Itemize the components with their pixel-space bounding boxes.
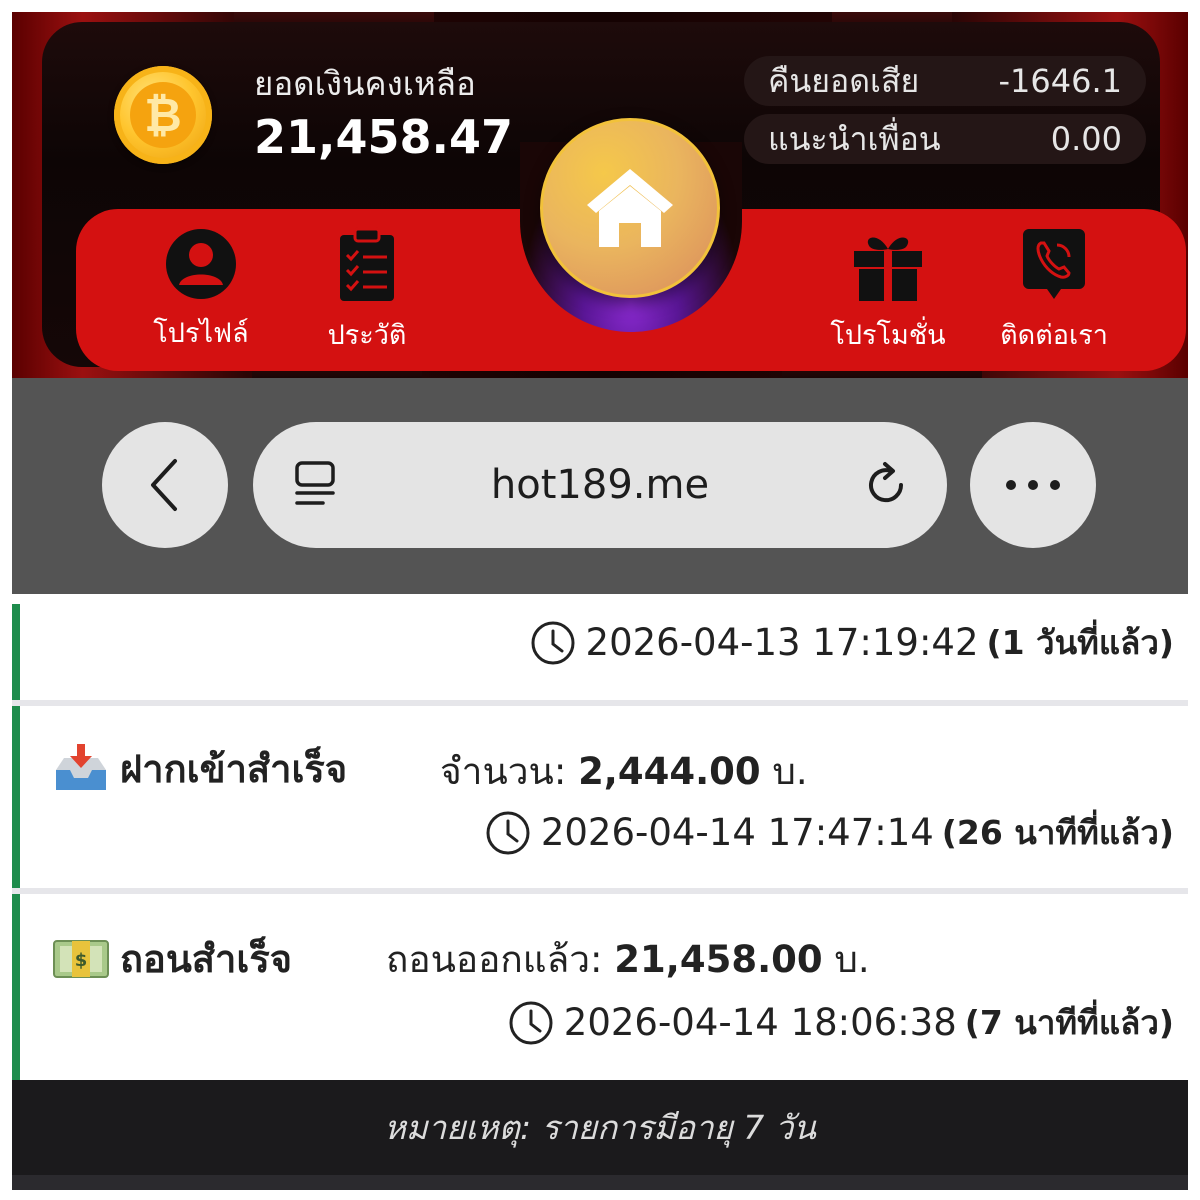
reload-icon[interactable] — [861, 460, 911, 510]
back-button[interactable] — [102, 422, 228, 548]
svg-text:$: $ — [75, 950, 88, 971]
transaction-title-text: ถอนสำเร็จ — [120, 937, 293, 981]
transaction-time: 2026-04-14 18:06:38 (7 นาทีที่แล้ว) — [508, 996, 1174, 1049]
inbox-tray-icon — [56, 743, 106, 790]
home-icon — [587, 169, 673, 247]
referral-pill[interactable]: แนะนำเพื่อน 0.00 — [744, 114, 1146, 164]
clock-icon — [509, 1001, 553, 1044]
nav-label-profile: โปรไฟล์ — [153, 318, 249, 349]
nav-item-promotion[interactable]: โปรโมชั่น — [813, 227, 963, 356]
phone-chat-icon — [1023, 229, 1085, 299]
home-button[interactable] — [540, 118, 720, 298]
cashback-label: คืนยอดเสีย — [768, 61, 920, 100]
transaction-row: $ ถอนสำเร็จ ถอนออกแล้ว: 21,458.00 บ. 202… — [12, 894, 1188, 1080]
user-icon — [166, 229, 236, 299]
nav-label-history: ประวัติ — [327, 320, 407, 351]
balance-card: ₿ ยอดเงินคงเหลือ 21,458.47 คืนยอดเสีย -1… — [42, 22, 1186, 371]
balance-value: 21,458.47 — [254, 110, 513, 164]
amount-label: จำนวน: — [440, 750, 567, 793]
nav-item-profile[interactable]: โปรไฟล์ — [126, 227, 276, 354]
datetime: 2026-04-14 18:06:38 — [563, 1001, 957, 1044]
amount-unit: บ. — [772, 750, 808, 793]
datetime: 2026-04-13 17:19:42 — [585, 621, 979, 664]
transaction-list: 2026-04-13 17:19:42 (1 วันที่แล้ว) ฝากเข… — [12, 604, 1188, 1190]
bitcoin-coin-icon: ₿ — [114, 66, 212, 164]
nav-label-promotion: โปรโมชั่น — [830, 320, 946, 351]
transaction-time: 2026-04-14 17:47:14 (26 นาทีที่แล้ว) — [485, 806, 1174, 859]
amount-unit: บ. — [834, 938, 870, 981]
nav-item-contact[interactable]: ติดต่อเรา — [979, 227, 1129, 356]
url-text: hot189.me — [490, 462, 710, 508]
referral-value: 0.00 — [1050, 120, 1122, 158]
more-button[interactable] — [970, 422, 1096, 548]
amount-label: ถอนออกแล้ว: — [386, 938, 603, 981]
balance-label: ยอดเงินคงเหลือ — [254, 64, 476, 103]
transaction-time: 2026-04-13 17:19:42 (1 วันที่แล้ว) — [530, 616, 1174, 669]
app-header-panel: ₿ ยอดเงินคงเหลือ 21,458.47 คืนยอดเสีย -1… — [12, 12, 1188, 378]
transaction-title: ฝากเข้าสำเร็จ — [52, 738, 347, 799]
cashback-pill[interactable]: คืนยอดเสีย -1646.1 — [744, 56, 1146, 106]
clock-icon — [531, 621, 575, 664]
amount-value: 21,458.00 — [614, 938, 823, 981]
browser-toolbar: hot189.me — [12, 378, 1188, 594]
cashback-value: -1646.1 — [998, 62, 1122, 100]
transaction-row: 2026-04-13 17:19:42 (1 วันที่แล้ว) — [12, 604, 1188, 700]
gift-icon — [854, 237, 922, 301]
transaction-row: ฝากเข้าสำเร็จ จำนวน: 2,444.00 บ. 2026-04… — [12, 706, 1188, 888]
nav-item-history[interactable]: ประวัติ — [292, 227, 442, 356]
address-bar[interactable]: hot189.me — [253, 422, 947, 548]
footer-strip — [12, 1175, 1188, 1190]
time-ago: (1 วันที่แล้ว) — [986, 623, 1174, 662]
amount-value: 2,444.00 — [578, 750, 761, 793]
transaction-amount: ถอนออกแล้ว: 21,458.00 บ. — [386, 930, 870, 989]
more-dots-icon — [1006, 480, 1060, 490]
time-ago: (7 นาทีที่แล้ว) — [964, 1003, 1174, 1042]
referral-label: แนะนำเพื่อน — [768, 119, 941, 158]
transaction-title-text: ฝากเข้าสำเร็จ — [120, 747, 348, 791]
dollar-banknote-icon: $ — [53, 939, 109, 978]
datetime: 2026-04-14 17:47:14 — [540, 811, 934, 854]
chevron-left-icon — [151, 459, 177, 511]
retention-note: หมายเหตุ: รายการมีอายุ 7 วัน — [12, 1080, 1188, 1175]
clipboard-list-icon — [340, 227, 394, 301]
time-ago: (26 นาทีที่แล้ว) — [941, 813, 1174, 852]
coin-symbol: ₿ — [130, 82, 196, 148]
transaction-title: $ ถอนสำเร็จ — [52, 928, 292, 989]
nav-label-contact: ติดต่อเรา — [1000, 320, 1108, 351]
clock-icon — [486, 811, 530, 854]
transaction-amount: จำนวน: 2,444.00 บ. — [440, 742, 808, 801]
